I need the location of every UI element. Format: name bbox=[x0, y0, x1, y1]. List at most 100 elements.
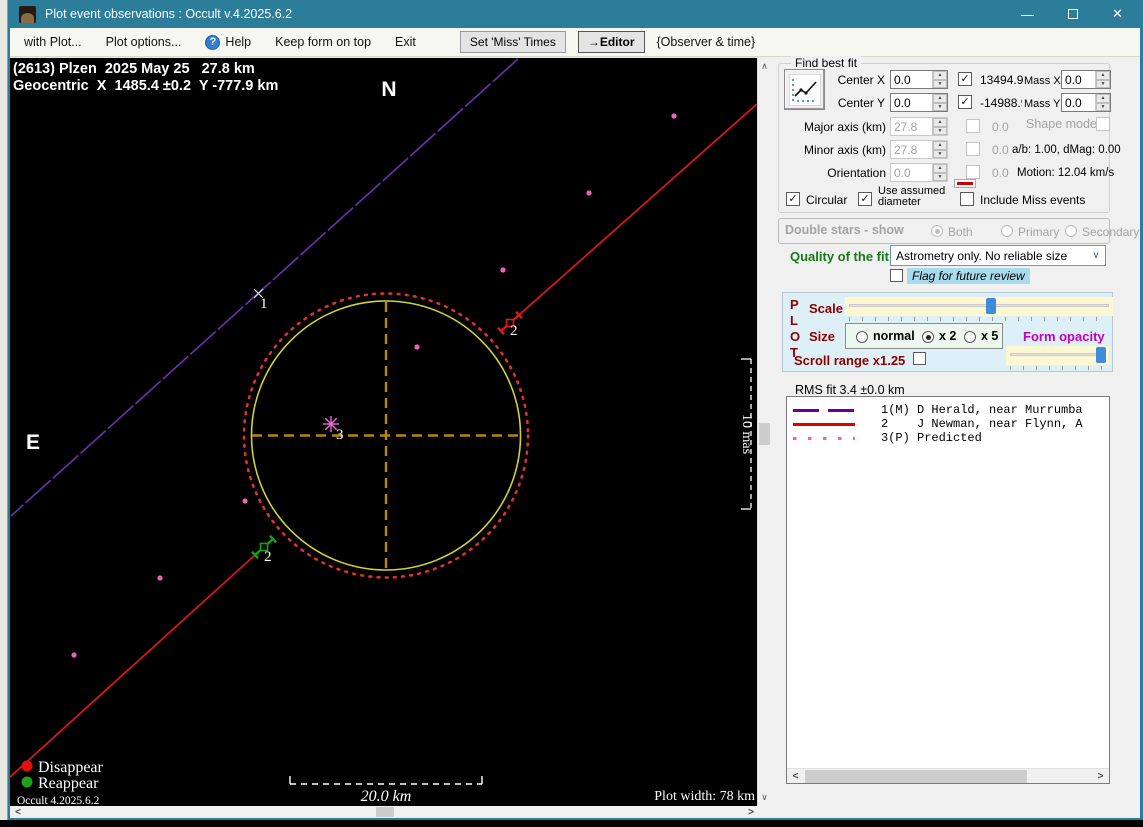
listbox-horizontal-scrollbar[interactable]: < > bbox=[787, 768, 1109, 783]
mas-scale-label: 10 mas bbox=[739, 414, 754, 454]
rms-fit-label: RMS fit 3.4 ±0.0 km bbox=[795, 383, 905, 397]
spin-down-icon[interactable]: ▼ bbox=[1096, 102, 1110, 111]
bottom-panel-strip bbox=[759, 806, 1140, 818]
center-x-spinner[interactable]: 0.0 ▲ ▼ bbox=[890, 70, 948, 89]
orientation-spinner: 0.0 ▲ ▼ bbox=[890, 163, 948, 182]
form-opacity-slider[interactable] bbox=[1006, 346, 1109, 365]
spin-up-icon[interactable]: ▲ bbox=[933, 94, 947, 103]
scale-slider[interactable] bbox=[845, 297, 1113, 316]
size-x5-label: x 5 bbox=[981, 329, 999, 343]
vertical-scrollbar-thumb[interactable] bbox=[759, 423, 770, 445]
fit-y-checkbox[interactable]: ✓ bbox=[958, 95, 972, 109]
double-primary-radio bbox=[1001, 225, 1013, 237]
form-opacity-slider-ticks bbox=[1010, 366, 1107, 370]
predicted-chord-dots bbox=[71, 113, 677, 658]
size-normal-label: normal bbox=[873, 329, 915, 343]
horizontal-scrollbar-thumb[interactable] bbox=[376, 807, 394, 817]
maximize-button[interactable] bbox=[1050, 0, 1095, 28]
scroll-range-label: Scroll range x1.25 bbox=[794, 353, 906, 368]
size-x2-radio[interactable] bbox=[922, 331, 934, 343]
major-axis-spinner: 27.8 ▲ ▼ bbox=[890, 117, 948, 136]
chord2-lower-line bbox=[9, 554, 256, 778]
menu-bar: with Plot... Plot options... ? Help Keep… bbox=[10, 28, 1140, 57]
spin-down-icon: ▼ bbox=[933, 149, 947, 158]
chevron-down-icon: ∨ bbox=[1092, 250, 1100, 261]
spin-down-icon: ▼ bbox=[933, 126, 947, 135]
plot-width-label: Plot width: 78 km bbox=[654, 789, 755, 804]
spin-up-icon: ▲ bbox=[933, 118, 947, 127]
observation-row-1[interactable]: 1(M) D Herald, near Murrumba bbox=[787, 403, 1109, 417]
plot-canvas[interactable]: 1 2 2 3 (2613) Plzen 2025 May 25 27.8 km… bbox=[9, 57, 758, 807]
major-axis-label: Major axis (km) bbox=[803, 120, 886, 134]
spin-up-icon: ▲ bbox=[933, 141, 947, 150]
size-x5-radio[interactable] bbox=[964, 331, 976, 343]
use-assumed-diameter-label: Use assumed diameter bbox=[878, 185, 946, 208]
use-assumed-diameter-checkbox[interactable]: ✓ bbox=[858, 192, 872, 206]
scroll-right-icon[interactable]: > bbox=[1093, 770, 1108, 783]
run-fit-button[interactable] bbox=[784, 69, 825, 110]
spin-up-icon[interactable]: ▲ bbox=[1096, 71, 1110, 80]
plot-letter-o: O bbox=[790, 329, 801, 344]
spin-down-icon[interactable]: ▼ bbox=[933, 79, 947, 88]
minor-axis-unc: 0.0 bbox=[992, 143, 1009, 157]
fit-graph-icon bbox=[788, 73, 821, 106]
spin-down-icon[interactable]: ▼ bbox=[1096, 79, 1110, 88]
north-label: N bbox=[381, 78, 396, 101]
chord2-disappear-label: 2 bbox=[510, 323, 518, 339]
include-miss-events-checkbox[interactable] bbox=[960, 192, 974, 206]
observations-listbox[interactable]: 1(M) D Herald, near Murrumba 2 J Newman,… bbox=[786, 396, 1110, 784]
disappear-legend-dot bbox=[21, 760, 33, 772]
double-stars-group: Double stars - show Both Primary Seconda… bbox=[778, 218, 1139, 244]
scale-label: Scale bbox=[809, 301, 843, 316]
scroll-left-icon[interactable]: < bbox=[11, 806, 25, 818]
mass-x-spinner[interactable]: 0.0 ▲ ▼ bbox=[1061, 70, 1111, 89]
red-line-icon bbox=[957, 182, 973, 185]
size-normal-radio[interactable] bbox=[856, 331, 868, 343]
close-button[interactable]: ✕ bbox=[1095, 0, 1140, 28]
center-y-spinner[interactable]: 0.0 ▲ ▼ bbox=[890, 93, 948, 112]
listbox-scrollbar-thumb[interactable] bbox=[805, 770, 1027, 783]
minimize-button[interactable]: — bbox=[1005, 0, 1050, 28]
editor-button[interactable]: →Editor bbox=[577, 31, 645, 53]
scroll-left-icon[interactable]: < bbox=[788, 770, 803, 783]
plot-vertical-scrollbar[interactable]: ∧ ∨ bbox=[757, 57, 770, 806]
chord1-line bbox=[10, 58, 519, 517]
quality-of-fit-dropdown[interactable]: Astrometry only. No reliable size ∨ bbox=[890, 245, 1106, 266]
plot-letter-l: L bbox=[790, 313, 798, 328]
app-icon bbox=[19, 5, 36, 23]
observation-row-2[interactable]: 2 J Newman, near Flynn, A bbox=[787, 417, 1109, 431]
plot-title-line1: (2613) Plzen 2025 May 25 27.8 km bbox=[13, 61, 255, 77]
flag-review-checkbox[interactable] bbox=[890, 269, 903, 282]
scroll-right-icon[interactable]: > bbox=[744, 806, 758, 818]
flag-review-label: Flag for future review bbox=[907, 268, 1030, 284]
spin-up-icon[interactable]: ▲ bbox=[933, 71, 947, 80]
window-title: Plot event observations : Occult v.4.202… bbox=[45, 7, 293, 21]
orientation-checkbox bbox=[966, 165, 980, 179]
spin-down-icon[interactable]: ▼ bbox=[933, 102, 947, 111]
scroll-range-checkbox[interactable] bbox=[913, 352, 926, 365]
chord1-label: 1 bbox=[260, 296, 268, 312]
miss-line-style-swatch[interactable] bbox=[954, 179, 976, 188]
size-radio-group: normal x 2 x 5 bbox=[845, 323, 1003, 349]
scale-slider-ticks bbox=[849, 317, 1109, 321]
fit-x-checkbox[interactable]: ✓ bbox=[958, 72, 972, 86]
observation-row-3[interactable]: 3(P) Predicted bbox=[787, 431, 1109, 445]
menu-help[interactable]: ? Help bbox=[205, 34, 251, 50]
menu-keep-on-top[interactable]: Keep form on top bbox=[275, 35, 371, 49]
mass-y-spinner[interactable]: 0.0 ▲ ▼ bbox=[1061, 93, 1111, 112]
chord2-line-swatch bbox=[793, 423, 855, 426]
spin-up-icon[interactable]: ▲ bbox=[1096, 94, 1110, 103]
circular-checkbox[interactable]: ✓ bbox=[786, 192, 800, 206]
minor-axis-label: Minor axis (km) bbox=[803, 143, 886, 157]
observer-time-label: {Observer & time} bbox=[656, 35, 756, 49]
menu-with-plot[interactable]: with Plot... bbox=[24, 35, 82, 49]
form-opacity-label: Form opacity bbox=[1023, 329, 1105, 344]
form-opacity-slider-thumb[interactable] bbox=[1096, 347, 1106, 363]
menu-exit[interactable]: Exit bbox=[395, 35, 416, 49]
set-miss-times-button[interactable]: Set 'Miss' Times bbox=[459, 31, 566, 53]
plot-horizontal-scrollbar[interactable]: < > bbox=[10, 806, 759, 818]
help-icon: ? bbox=[205, 34, 221, 50]
ab-dmag-label: a/b: 1.00, dMag: 0.00 bbox=[1012, 144, 1121, 156]
menu-plot-options[interactable]: Plot options... bbox=[106, 35, 182, 49]
scale-slider-thumb[interactable] bbox=[986, 298, 996, 314]
